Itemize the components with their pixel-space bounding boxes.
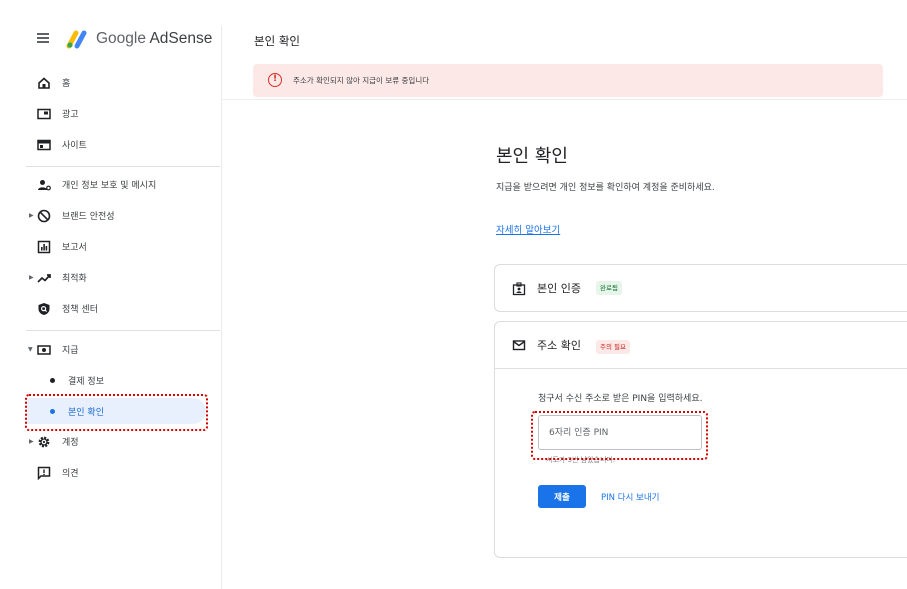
sidebar-item-optimization[interactable]: ▶ 최적화 — [0, 264, 221, 292]
expand-caret-icon: ▶ — [29, 438, 34, 445]
status-badge: 완료됨 — [596, 281, 622, 295]
sidebar-item-label: 광고 — [62, 110, 79, 120]
error-icon: ! — [268, 73, 282, 87]
sidebar-item-sites[interactable]: 사이트 — [0, 131, 221, 159]
payments-icon — [37, 345, 51, 355]
status-badge: 주의 필요 — [596, 340, 630, 354]
page-description: 지급을 받으려면 개인 정보를 확인하여 계정을 준비하세요. — [496, 183, 715, 193]
banner-text: 주소가 확인되지 않아 지급이 보류 중입니다 — [293, 76, 430, 85]
payment-hold-banner: ! 주소가 확인되지 않아 지급이 보류 중입니다 — [253, 64, 883, 97]
sidebar-divider — [221, 26, 222, 589]
bullet-icon — [50, 378, 55, 383]
mail-icon — [512, 340, 526, 351]
sidebar-item-brand-safety[interactable]: ▶ 브랜드 안전성 — [0, 202, 221, 230]
sidebar-item-label: 계정 — [62, 438, 79, 448]
sidebar-item-label: 개인 정보 보호 및 메시지 — [62, 181, 157, 191]
pin-instruction: 청구서 수신 주소로 받은 PIN을 입력하세요. — [538, 394, 703, 404]
home-icon — [38, 77, 50, 89]
privacy-messaging-icon — [38, 180, 51, 191]
card-title: 본인 인증 — [537, 282, 581, 295]
sidebar-item-label: 최적화 — [62, 274, 87, 284]
sidebar-item-label: 홈 — [62, 79, 71, 89]
resend-pin-link[interactable]: PIN 다시 보내기 — [601, 491, 660, 503]
sidebar-item-policy-center[interactable]: 정책 센터 — [0, 295, 221, 323]
page-title: 본인 확인 — [496, 146, 568, 167]
sidebar-item-label: 정책 센터 — [62, 305, 98, 315]
ads-icon — [37, 108, 51, 120]
card-divider — [495, 368, 907, 369]
sidebar-item-reports[interactable]: 보고서 — [0, 233, 221, 261]
submit-button[interactable]: 제출 — [538, 485, 586, 508]
sidebar-item-label: 의견 — [62, 469, 79, 479]
sidebar-separator — [26, 330, 220, 331]
adsense-logo-icon — [66, 30, 87, 49]
sidebar-item-home[interactable]: 홈 — [0, 69, 221, 97]
hamburger-menu-icon[interactable] — [36, 31, 52, 45]
pin-input[interactable] — [538, 415, 702, 450]
attempts-remaining: 시도가 3번 남았습니다. — [546, 456, 616, 464]
sidebar-item-privacy-messaging[interactable]: 개인 정보 보호 및 메시지 — [0, 171, 221, 199]
sidebar: 홈 광고 사이트 개인 정보 보호 및 메시지 ▶ 브랜드 안전성 보고서 ▶ — [0, 60, 221, 589]
identity-verification-card[interactable]: 본인 인증 완료됨 — [494, 264, 907, 312]
sidebar-separator — [26, 166, 220, 167]
brand-title[interactable]: Google AdSense — [96, 30, 212, 48]
id-badge-icon — [512, 282, 526, 296]
block-icon — [37, 209, 51, 223]
sidebar-item-payments[interactable]: ▼ 지급 — [0, 336, 221, 364]
sidebar-item-ads[interactable]: 광고 — [0, 100, 221, 128]
sites-icon — [37, 139, 51, 151]
content-separator — [221, 99, 907, 100]
gear-icon — [38, 436, 50, 448]
sidebar-item-label: 보고서 — [62, 243, 87, 253]
bullet-icon — [50, 409, 55, 414]
sidebar-item-feedback[interactable]: 의견 — [0, 459, 221, 487]
expand-caret-icon: ▶ — [29, 274, 34, 281]
sidebar-subitem-label: 본인 확인 — [68, 408, 104, 418]
sidebar-subitem-identity-verification[interactable]: 본인 확인 — [26, 398, 206, 424]
adsense-app: Google AdSense 본인 확인 홈 광고 사이트 개인 정보 보호 및… — [0, 0, 907, 589]
card-title: 주소 확인 — [537, 339, 581, 352]
sidebar-item-label: 사이트 — [62, 141, 87, 151]
sidebar-item-label: 브랜드 안전성 — [62, 212, 115, 222]
sidebar-item-label: 지급 — [62, 346, 79, 356]
sidebar-item-account[interactable]: ▶ 계정 — [0, 428, 221, 456]
collapse-caret-icon: ▼ — [28, 346, 33, 353]
reports-icon — [37, 240, 51, 254]
learn-more-link[interactable]: 자세히 알아보기 — [496, 222, 560, 236]
expand-caret-icon: ▶ — [29, 212, 34, 219]
sidebar-subitem-label: 결제 정보 — [68, 377, 104, 387]
sidebar-subitem-payment-info[interactable]: 결제 정보 — [26, 367, 206, 393]
page-heading: 본인 확인 — [254, 34, 300, 48]
feedback-icon — [37, 466, 51, 480]
policy-shield-icon — [38, 303, 50, 315]
trending-icon — [37, 274, 51, 283]
top-header: Google AdSense 본인 확인 — [0, 0, 907, 58]
address-verification-card: 주소 확인 주의 필요 청구서 수신 주소로 받은 PIN을 입력하세요. 시도… — [494, 321, 907, 558]
